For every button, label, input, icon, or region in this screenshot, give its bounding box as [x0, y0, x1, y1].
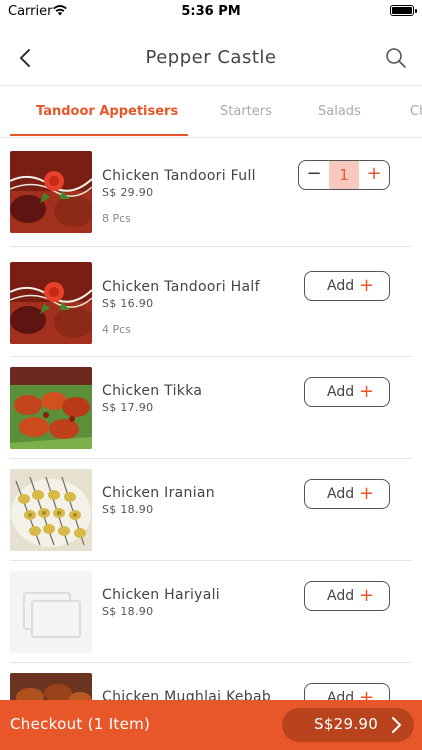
- item-pieces: 8 Pcs: [102, 212, 131, 225]
- item-name: Chicken Hariyali: [102, 587, 220, 603]
- item-name: Chicken Tandoori Full: [102, 168, 256, 184]
- checkout-total-button[interactable]: S$29.90: [282, 708, 414, 742]
- list-item: Chicken Hariyali S$ 18.90 Add +: [0, 561, 422, 663]
- checkout-bar[interactable]: Checkout (1 Item) S$29.90: [0, 700, 422, 750]
- add-button[interactable]: Add +: [304, 377, 390, 407]
- quantity-stepper: − 1 +: [298, 160, 390, 190]
- item-price: S$ 18.90: [102, 605, 154, 618]
- list-item: Chicken Tandoori Full S$ 29.90 8 Pcs − 1…: [0, 140, 422, 247]
- plus-icon: +: [359, 381, 375, 402]
- item-price: S$ 18.90: [102, 503, 154, 516]
- decrement-button[interactable]: −: [299, 161, 329, 189]
- list-item: Chicken Iranian S$ 18.90 Add +: [0, 459, 422, 561]
- item-name: Chicken Tikka: [102, 383, 203, 399]
- plus-icon: +: [359, 275, 375, 296]
- plus-icon: +: [359, 585, 375, 606]
- quantity-value: 1: [329, 161, 359, 189]
- battery-icon: [390, 5, 417, 16]
- tab-more[interactable]: Ch: [410, 104, 422, 119]
- checkout-label[interactable]: Checkout (1 Item): [10, 715, 150, 733]
- page-title: Pepper Castle: [145, 47, 277, 68]
- tandoori-chicken-image: [10, 151, 92, 233]
- item-pieces: 4 Pcs: [102, 323, 131, 336]
- active-tab-indicator: [10, 134, 188, 136]
- top-bar: Pepper Castle: [0, 30, 422, 86]
- cart-total: S$29.90: [314, 715, 379, 733]
- add-button[interactable]: Add +: [304, 581, 390, 611]
- item-name: Chicken Iranian: [102, 485, 215, 501]
- add-button[interactable]: Add +: [304, 271, 390, 301]
- chicken-tikka-image: [10, 367, 92, 449]
- chicken-iranian-image: [10, 469, 92, 551]
- item-name: Chicken Tandoori Half: [102, 279, 260, 295]
- clock: 5:36 PM: [181, 4, 241, 19]
- category-tabs: Tandoor Appetisers Starters Salads Ch: [0, 86, 422, 138]
- tab-starters[interactable]: Starters: [220, 104, 272, 119]
- item-price: S$ 16.90: [102, 297, 154, 310]
- add-button-label: Add: [327, 486, 355, 502]
- add-button[interactable]: Add +: [304, 479, 390, 509]
- list-item: Chicken Tikka S$ 17.90 Add +: [0, 357, 422, 459]
- placeholder-image-icon: [10, 571, 92, 653]
- tab-tandoor-appetisers[interactable]: Tandoor Appetisers: [36, 104, 178, 119]
- item-price: S$ 17.90: [102, 401, 154, 414]
- tandoori-chicken-image: [10, 262, 92, 344]
- add-button-label: Add: [327, 588, 355, 604]
- add-button-label: Add: [327, 384, 355, 400]
- item-price: S$ 29.90: [102, 186, 154, 199]
- list-item: Chicken Tandoori Half S$ 16.90 4 Pcs Add…: [0, 247, 422, 357]
- chevron-right-icon: [392, 717, 401, 733]
- add-button-label: Add: [327, 278, 355, 294]
- tab-salads[interactable]: Salads: [318, 104, 361, 119]
- status-bar: Carrier 5:36 PM: [0, 0, 422, 24]
- plus-icon: +: [359, 483, 375, 504]
- increment-button[interactable]: +: [359, 161, 389, 189]
- search-icon[interactable]: [384, 46, 408, 70]
